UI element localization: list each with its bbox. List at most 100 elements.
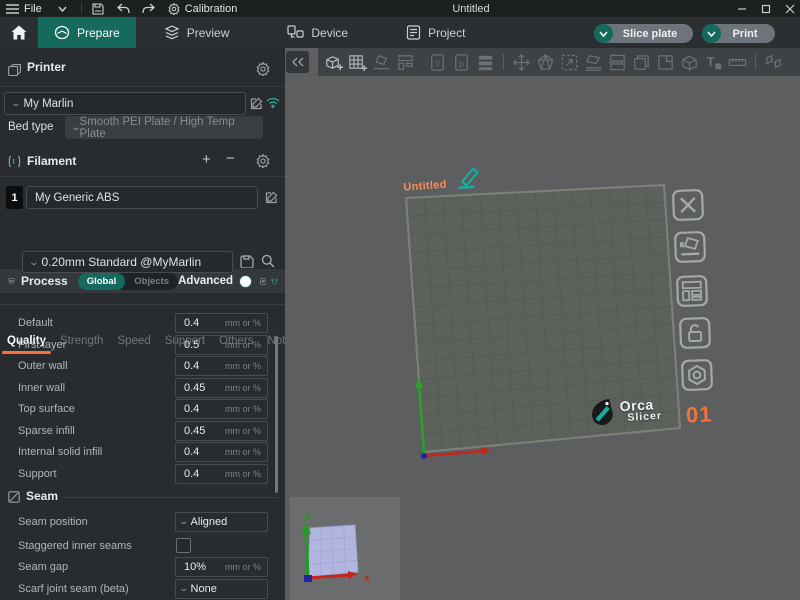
file-menu-label: File [24, 3, 42, 15]
edit-printer-icon[interactable] [250, 97, 263, 110]
scope-objects[interactable]: Objects [125, 276, 178, 287]
slice-plate-button[interactable]: Slice plate [594, 24, 693, 43]
calibration-button[interactable]: Calibration [162, 0, 244, 17]
advanced-label: Advanced [178, 275, 233, 287]
maximize-button[interactable] [755, 0, 777, 17]
printer-section-title: Printer [27, 60, 66, 74]
file-menu[interactable]: File [0, 0, 48, 17]
slice-options-dropdown[interactable] [594, 24, 613, 43]
chevron-down-icon: ⌄ [178, 583, 189, 594]
filament-settings-gear-icon[interactable] [256, 154, 270, 168]
bed-type-label: Bed type [8, 121, 53, 133]
param-label: Inner wall [18, 382, 65, 394]
param-input[interactable]: 0.45mm or % [175, 378, 268, 398]
logo-text-bottom: Slicer [627, 411, 662, 424]
orient-plate-button[interactable] [673, 230, 706, 263]
param-input[interactable]: 0.4mm or % [175, 442, 268, 462]
maximize-icon [761, 4, 771, 14]
printer-settings-gear-icon[interactable] [256, 62, 270, 76]
close-button[interactable] [779, 0, 800, 17]
home-button[interactable] [0, 17, 38, 48]
bed-type-value: Smooth PEI Plate / High Temp Plate [80, 116, 263, 140]
mini-axis-y-label: y [304, 511, 310, 522]
seam-position-dropdown[interactable]: ⌄Aligned [175, 512, 268, 532]
param-input[interactable]: 0.4mm or % [175, 464, 268, 484]
param-label: Outer wall [18, 360, 68, 372]
mini-overview[interactable]: y x [290, 497, 400, 600]
save-icon [92, 3, 104, 15]
printer-preset-dropdown[interactable]: ⌄ My Marlin [4, 92, 246, 115]
compare-presets-icon[interactable] [271, 275, 278, 288]
filament-slot-badge[interactable]: 1 [6, 186, 23, 209]
param-input[interactable]: 0.5mm or % [175, 335, 268, 355]
preview-layers-icon [164, 25, 180, 40]
scope-global[interactable]: Global [78, 273, 126, 290]
edit-filament-icon[interactable] [265, 191, 278, 204]
titlebar-divider [81, 3, 82, 14]
save-button[interactable] [86, 0, 110, 17]
bed-type-dropdown[interactable]: ⌄ Smooth PEI Plate / High Temp Plate [65, 116, 263, 139]
process-preset-dropdown[interactable]: ⌄ 0.20mm Standard @MyMarlin [22, 251, 233, 273]
param-input[interactable]: 0.45mm or % [175, 421, 268, 441]
printer-icon [8, 64, 21, 76]
scarf-joint-seam-dropdown[interactable]: ⌄None [175, 579, 268, 599]
minimize-button[interactable] [731, 0, 753, 17]
advanced-toggle[interactable] [239, 275, 251, 288]
chevron-down-icon: ⌄ [10, 98, 21, 109]
chevron-down-icon [58, 6, 67, 12]
param-label: Internal solid infill [18, 446, 102, 458]
viewport-3d[interactable]: 0 p T [285, 48, 800, 600]
edit-plate-name-icon[interactable] [450, 166, 481, 190]
param-input[interactable]: 0.4mm or % [175, 313, 268, 333]
sidebar-scrollbar[interactable] [275, 336, 278, 493]
lock-plate-button[interactable] [678, 316, 711, 349]
titlebar: File Calibration Untitled [0, 0, 800, 17]
close-icon [785, 4, 795, 14]
delete-plate-button[interactable] [671, 188, 704, 221]
calibration-gear-icon [168, 3, 180, 15]
undo-button[interactable] [110, 0, 136, 17]
tab-project[interactable]: Project [390, 17, 481, 48]
tab-project-label: Project [428, 26, 465, 40]
orca-slicer-window: File Calibration Untitled [0, 0, 800, 600]
tab-preview[interactable]: Preview [148, 17, 246, 48]
seam-section-icon [8, 491, 20, 503]
chevron-down-icon [599, 31, 608, 37]
orca-icon [589, 398, 617, 428]
seam-gap-input[interactable]: 10%mm or % [175, 557, 268, 577]
add-filament-button[interactable]: + [202, 151, 211, 168]
remove-filament-button[interactable]: − [226, 150, 235, 167]
param-label: Top surface [18, 403, 75, 415]
calibration-label: Calibration [185, 3, 238, 15]
parameter-list-icon[interactable] [260, 275, 266, 288]
plate-settings-button[interactable] [680, 358, 713, 391]
process-icon [8, 275, 15, 287]
redo-button[interactable] [136, 0, 162, 17]
redo-icon [142, 3, 156, 14]
seam-gap-label: Seam gap [18, 561, 68, 573]
filament-preset-field[interactable]: My Generic ABS [26, 186, 258, 209]
print-options-dropdown[interactable] [702, 24, 721, 43]
param-label: Support [18, 468, 57, 480]
process-scope-toggle[interactable]: Global Objects [78, 273, 178, 290]
chevron-down-icon: ⌄ [70, 122, 81, 133]
tab-prepare[interactable]: Prepare [38, 17, 136, 48]
staggered-inner-seams-checkbox[interactable] [176, 538, 191, 553]
arrange-plate-button[interactable] [675, 274, 708, 307]
seam-section-title: Seam [26, 489, 58, 503]
wifi-connection-icon[interactable] [266, 97, 280, 108]
sidebar: Printer ⌄ My Marlin Bed type ⌄ Smooth PE… [0, 48, 285, 600]
undo-icon [116, 3, 130, 14]
param-input[interactable]: 0.4mm or % [175, 399, 268, 419]
tab-device[interactable]: Device [271, 17, 364, 48]
save-preset-icon[interactable] [240, 255, 254, 268]
file-menu-expand[interactable] [48, 0, 77, 17]
param-input[interactable]: 0.4mm or % [175, 356, 268, 376]
hamburger-icon [6, 4, 19, 14]
search-icon[interactable] [261, 254, 275, 268]
print-button[interactable]: Print [702, 24, 775, 43]
plate-number: 01 [685, 401, 713, 428]
seam-position-label: Seam position [18, 516, 88, 528]
filament-preset-value: My Generic ABS [35, 192, 119, 204]
mini-axis-x-label: x [364, 573, 370, 584]
